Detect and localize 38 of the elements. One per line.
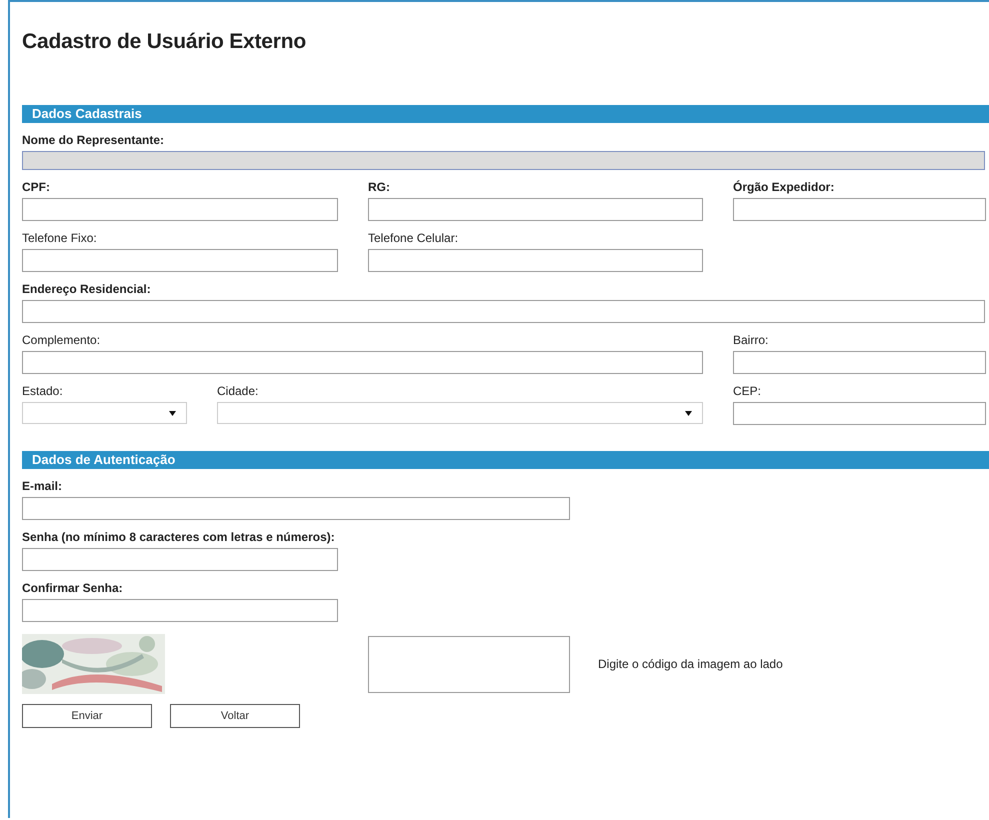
input-field[interactable] <box>22 548 338 571</box>
page-title: Cadastro de Usuário Externo <box>22 29 308 55</box>
field-label: Estado: <box>22 384 64 399</box>
input-field[interactable] <box>733 351 986 374</box>
dropdown[interactable] <box>22 402 187 424</box>
field-label: Confirmar Senha: <box>22 581 124 596</box>
section-header: Dados Cadastrais <box>22 105 989 123</box>
caret-icon <box>169 410 176 416</box>
field-label: E-mail: <box>22 479 64 494</box>
section-header: Dados de Autenticação <box>22 451 989 469</box>
field-label: Endereço Residencial: <box>22 282 152 297</box>
input-field[interactable] <box>22 300 985 323</box>
field-label: Nome do Representante: <box>22 133 166 148</box>
dropdown[interactable] <box>217 402 703 424</box>
field-label: Órgão Expedidor: <box>733 180 836 195</box>
captcha-hint: Digite o código da imagem ao lado <box>598 657 783 671</box>
input-field[interactable] <box>368 198 703 221</box>
field-label: Cidade: <box>217 384 260 399</box>
input-field[interactable] <box>733 402 986 425</box>
input-field[interactable] <box>368 249 703 272</box>
field-label: CPF: <box>22 180 51 195</box>
captcha-input[interactable] <box>368 636 570 692</box>
submit-button[interactable]: Enviar <box>22 704 152 728</box>
input-field[interactable] <box>733 198 986 221</box>
input-field[interactable] <box>22 351 703 374</box>
field-label: Complemento: <box>22 333 102 348</box>
input-field[interactable] <box>22 198 338 221</box>
back-button[interactable]: Voltar <box>170 704 300 728</box>
caret-icon <box>685 410 692 416</box>
input-field[interactable] <box>22 497 570 520</box>
field-label: RG: <box>368 180 391 195</box>
field-label: Telefone Celular: <box>368 231 460 246</box>
field-label: CEP: <box>733 384 762 399</box>
field-label: Senha (no mínimo 8 caracteres com letras e números): <box>22 530 336 545</box>
field-label: Telefone Fixo: <box>22 231 98 246</box>
field-label: Bairro: <box>733 333 770 348</box>
input-field[interactable] <box>22 249 338 272</box>
input-field[interactable] <box>22 599 338 622</box>
